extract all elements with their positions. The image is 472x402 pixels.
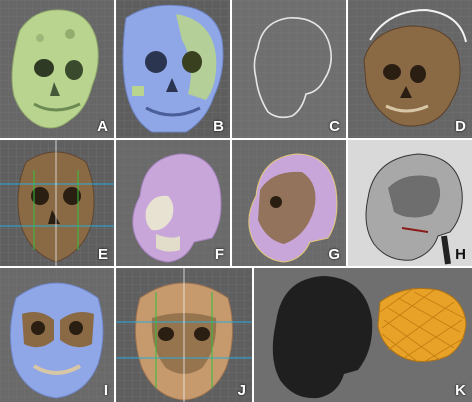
dark-head-mesh-image [254,268,472,402]
panel-e: E [0,140,114,266]
panel-label: B [213,118,224,135]
panel-label: K [455,382,466,399]
textured-skull-image [348,0,472,138]
reconstructed-face-image [116,268,252,402]
panel-label: D [455,118,466,135]
panel-b: B [116,0,230,138]
panel-h: H [348,140,472,266]
panel-f: F [116,140,230,266]
panel-label: I [103,382,108,399]
panel-label: E [97,246,108,263]
panel-label: A [97,118,108,135]
figure: A B C D E F G H I J K [0,0,472,402]
panel-k: K [254,268,472,402]
panel-label: J [237,382,246,399]
panel-d: D [348,0,472,138]
panel-a: A [0,0,114,138]
panel-label: G [328,246,340,263]
panel-i: I [0,268,114,402]
panel-label: F [214,246,224,263]
panel-j: J [116,268,252,402]
panel-label: H [455,246,466,263]
blue-frontal-skull-image [0,268,114,402]
panel-label: C [329,118,340,135]
sagittal-xray-image [348,140,472,266]
pink-head-image [116,140,230,266]
panel-g: G [232,140,346,266]
panel-c: C [232,0,346,138]
frontal-skull-guides-image [0,140,114,266]
